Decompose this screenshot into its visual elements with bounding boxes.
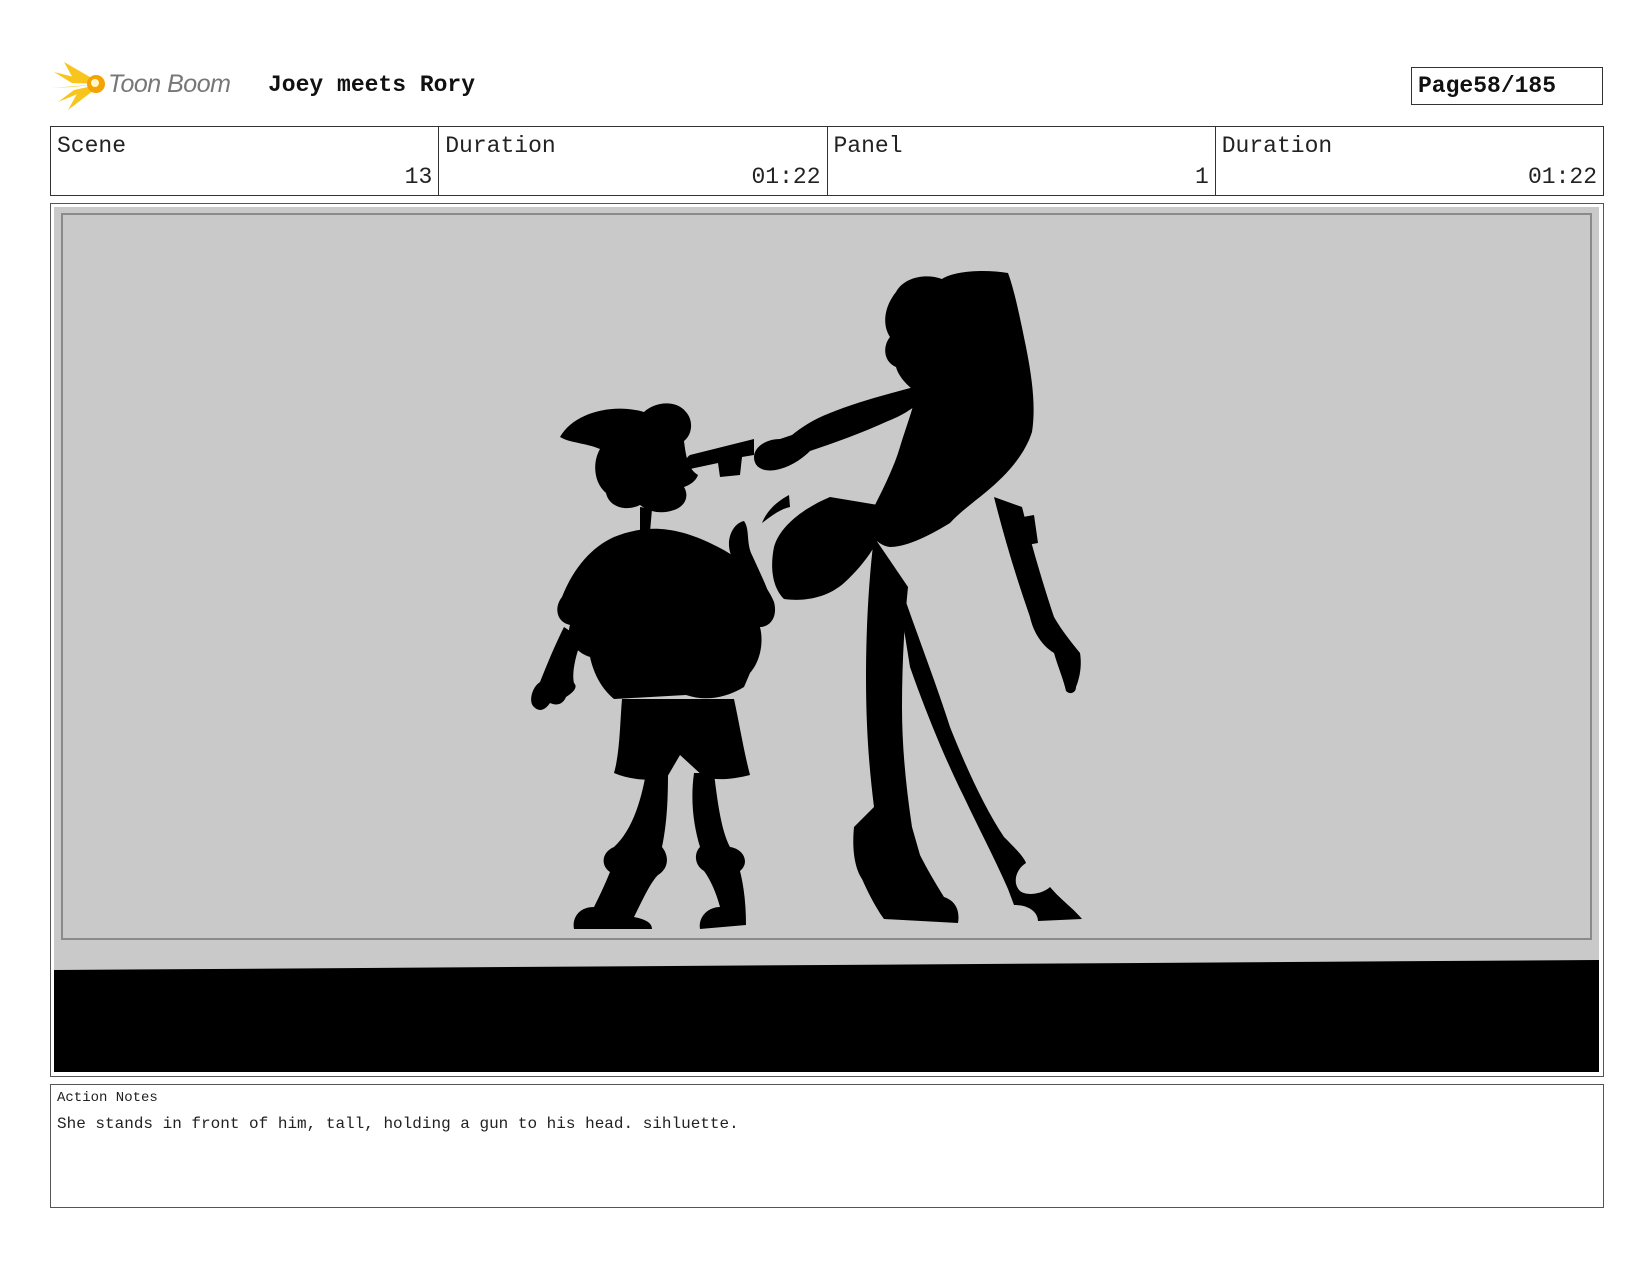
- scene-duration-cell: Duration 01:22: [439, 127, 828, 195]
- ground-silhouette: [54, 960, 1599, 1072]
- scene-info-table: Scene 13 Duration 01:22 Panel 1 Duration…: [50, 126, 1604, 196]
- page-label: Page: [1418, 73, 1474, 99]
- page-indicator: Page 58/185: [1411, 67, 1603, 105]
- panel-duration-cell: Duration 01:22: [1216, 127, 1603, 195]
- scene-label: Scene: [57, 133, 127, 159]
- panel-background: [54, 207, 1599, 1072]
- panel-duration-label: Duration: [1221, 133, 1333, 159]
- storyboard-panel: [50, 203, 1604, 1077]
- panel-drawing: [54, 207, 1599, 1072]
- panel-label: Panel: [833, 133, 903, 159]
- toon-boom-logo: Toon Boom: [52, 56, 231, 112]
- scene-duration-label: Duration: [445, 133, 556, 159]
- action-notes-text: She stands in front of him, tall, holdin…: [57, 1115, 739, 1133]
- panel-cell: Panel 1: [828, 127, 1216, 195]
- project-title: Joey meets Rory: [268, 72, 476, 98]
- action-notes: Action Notes She stands in front of him,…: [50, 1084, 1604, 1208]
- scene-cell: Scene 13: [51, 127, 440, 195]
- panel-duration-value: 01:22: [1527, 164, 1597, 190]
- panel-value: 1: [1194, 164, 1209, 190]
- action-notes-label: Action Notes: [57, 1090, 158, 1106]
- page-number: 58/185: [1473, 73, 1557, 99]
- scene-value: 13: [404, 164, 433, 190]
- logo-text: Toon Boom: [108, 69, 231, 98]
- starburst-icon: [52, 62, 105, 110]
- scene-duration-value: 01:22: [751, 164, 821, 190]
